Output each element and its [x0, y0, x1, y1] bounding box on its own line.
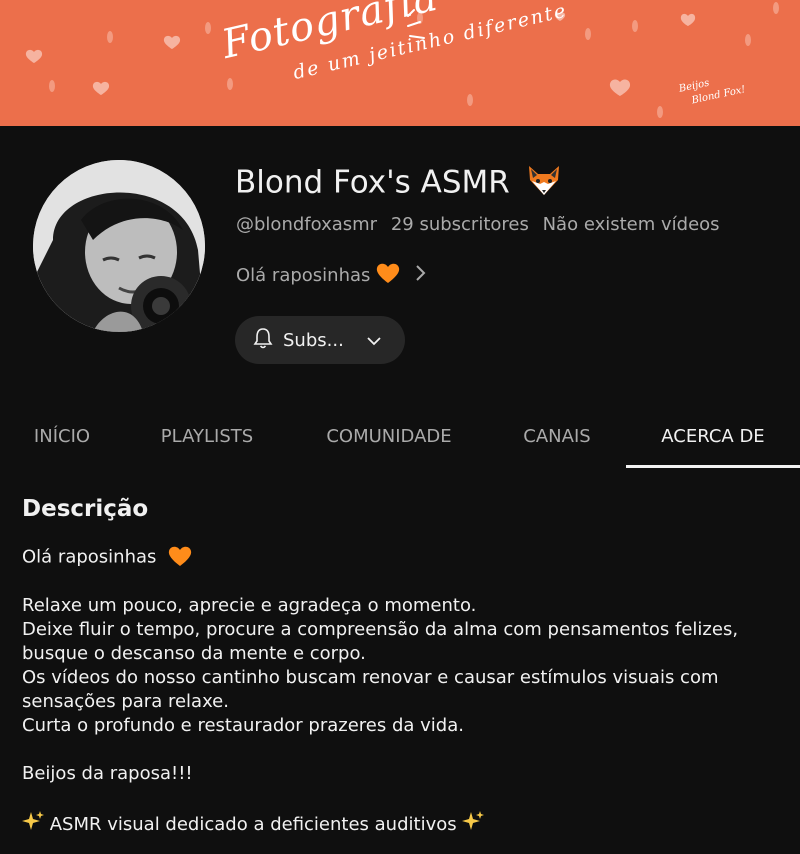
video-count: Não existem vídeos: [542, 214, 720, 235]
subscribe-button[interactable]: Subs...: [235, 316, 405, 364]
description-line: Deixe fluir o tempo, procure a compreens…: [22, 619, 739, 640]
description-line: Relaxe um pouco, aprecie e agradeça o mo…: [22, 595, 477, 616]
tab-inicio[interactable]: INÍCIO: [0, 402, 124, 468]
chevron-down-icon: [366, 330, 382, 351]
channel-name: Blond Fox's ASMR: [235, 164, 562, 204]
description-closing: Beijos da raposa!!!: [22, 763, 193, 784]
channel-tabs: INÍCIO PLAYLISTS COMUNIDADE CANAIS ACERC…: [0, 402, 800, 468]
channel-name-text: Blond Fox's ASMR: [235, 164, 510, 201]
active-tab-indicator: [626, 465, 800, 468]
tab-canais[interactable]: CANAIS: [488, 402, 626, 468]
bell-icon: [253, 327, 273, 354]
channel-handle: @blondfoxasmr: [236, 214, 378, 235]
tab-playlists[interactable]: PLAYLISTS: [124, 402, 290, 468]
subscriber-count: 29 subscritores: [390, 214, 529, 235]
description-footer-line: ASMR visual dedicado a deficientes audit…: [22, 810, 792, 839]
description-greeting: Olá raposinhas: [22, 546, 157, 568]
orange-heart-icon: [376, 262, 400, 289]
description-greeting-line: Olá raposinhas: [22, 545, 792, 570]
channel-tagline: Olá raposinhas: [236, 265, 371, 286]
sparkles-icon: [462, 810, 485, 839]
description-line: Curta o profundo e restaurador prazeres …: [22, 715, 464, 736]
tab-acerca-de[interactable]: ACERCA DE: [626, 402, 800, 468]
chevron-right-icon[interactable]: [414, 264, 426, 287]
fox-face-icon: [526, 164, 562, 204]
subscribe-label: Subs...: [283, 329, 344, 351]
description-heading: Descrição: [22, 496, 149, 522]
channel-avatar: [33, 160, 205, 332]
description-line: busque o descanso da mente e corpo.: [22, 643, 366, 664]
channel-tagline-link[interactable]: Olá raposinhas: [236, 262, 426, 289]
description-line: Os vídeos do nosso cantinho buscam renov…: [22, 667, 719, 688]
description-footer: ASMR visual dedicado a deficientes audit…: [49, 814, 457, 835]
description-line: sensações para relaxe.: [22, 691, 229, 712]
channel-meta: @blondfoxasmr 29 subscritores Não existe…: [236, 214, 728, 235]
channel-banner: Fotografia de um jeitinho diferente Beij…: [0, 0, 800, 126]
sparkles-icon: [22, 810, 44, 839]
description-body: Olá raposinhas Relaxe um pouco, aprecie …: [22, 545, 792, 839]
orange-heart-icon: [168, 545, 192, 570]
tab-comunidade[interactable]: COMUNIDADE: [290, 402, 488, 468]
